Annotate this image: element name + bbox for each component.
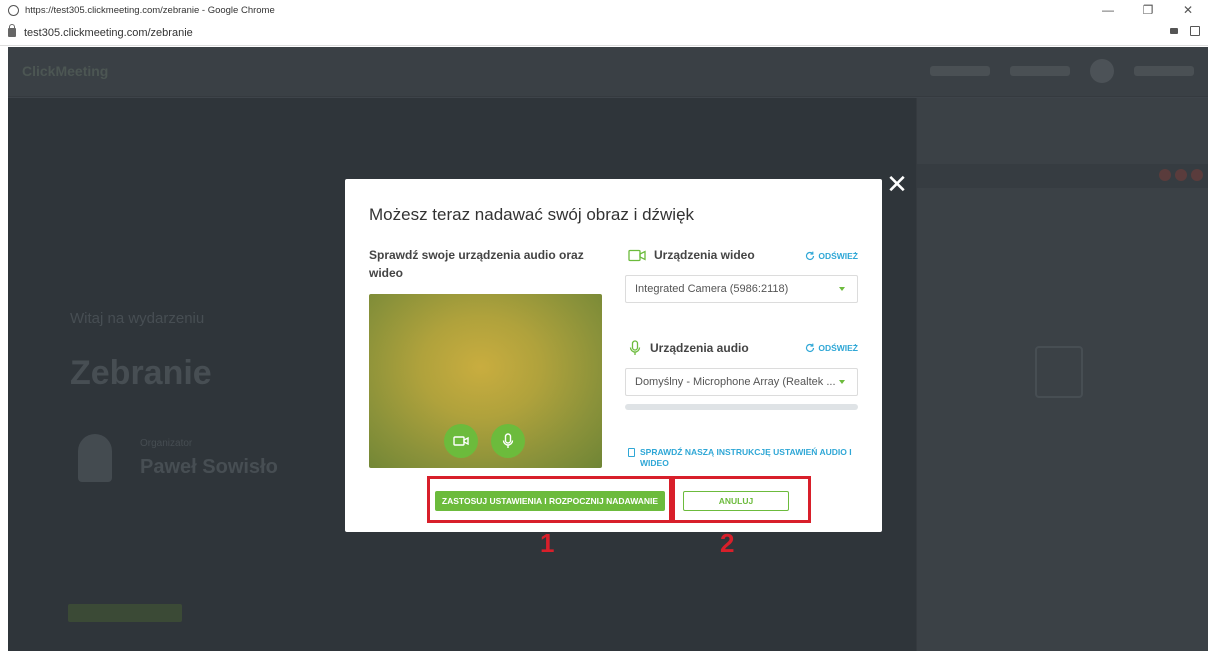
- header-item: [930, 66, 990, 76]
- video-camera-icon: [628, 249, 646, 261]
- chevron-down-icon: [839, 380, 845, 384]
- refresh-audio-label: ODŚWIEŻ: [818, 343, 858, 353]
- audio-device-value: Domyślny - Microphone Array (Realtek ...: [635, 376, 836, 388]
- lock-icon: [8, 24, 16, 37]
- instructions-link[interactable]: SPRAWDŹ NASZĄ INSTRUKCJĘ USTAWIEŃ AUDIO …: [628, 447, 863, 469]
- translate-icon[interactable]: [1190, 26, 1200, 36]
- close-window-button[interactable]: ✕: [1168, 0, 1208, 20]
- address-bar[interactable]: test305.clickmeeting.com/zebranie: [0, 20, 1208, 46]
- audio-device-select[interactable]: Domyślny - Microphone Array (Realtek ...: [625, 368, 858, 396]
- check-devices-text: Sprawdź swoje urządzenia audio oraz wide…: [369, 248, 584, 280]
- welcome-text: Witaj na wydarzeniu: [70, 310, 205, 327]
- toggle-camera-button[interactable]: [444, 424, 478, 458]
- audio-devices-text: Urządzenia audio: [650, 341, 749, 355]
- panel-dots: [1159, 169, 1203, 181]
- camera-preview: [369, 294, 602, 468]
- event-title: Zebranie: [70, 354, 212, 392]
- chrome-favicon-icon: [8, 4, 19, 16]
- chevron-down-icon: [839, 287, 845, 291]
- address-bar-icons: [1170, 26, 1200, 36]
- organizer-avatar: [78, 434, 112, 482]
- chat-panel-header: [917, 164, 1208, 188]
- annotation-label-2: 2: [720, 528, 735, 558]
- header-item: [1134, 66, 1194, 76]
- annotation-box-1: [427, 476, 672, 523]
- organizer-name: Paweł Sowisło: [140, 456, 278, 478]
- minimize-button[interactable]: —: [1088, 0, 1128, 20]
- browser-title-bar: https://test305.clickmeeting.com/zebrani…: [0, 0, 1208, 20]
- refresh-audio-button[interactable]: ODŚWIEŻ: [805, 343, 858, 353]
- instructions-link-text[interactable]: SPRAWDŹ NASZĄ INSTRUKCJĘ USTAWIEŃ AUDIO …: [640, 447, 863, 469]
- window-controls: — ❐ ✕: [1088, 0, 1208, 20]
- avatar: [1090, 59, 1114, 83]
- close-icon[interactable]: ✕: [884, 172, 910, 198]
- video-camera-icon: [453, 436, 469, 446]
- url-text[interactable]: test305.clickmeeting.com/zebranie: [24, 27, 193, 39]
- refresh-icon: [806, 343, 815, 353]
- document-icon: [628, 448, 635, 457]
- chat-panel: [916, 98, 1208, 651]
- annotation-box-2: [672, 476, 811, 523]
- video-devices-label: Urządzenia wideo: [628, 248, 755, 262]
- toggle-microphone-button[interactable]: [491, 424, 525, 458]
- refresh-video-button[interactable]: ODŚWIEŻ: [805, 251, 858, 261]
- video-devices-text: Urządzenia wideo: [654, 248, 755, 262]
- app-logo: ClickMeeting: [22, 63, 109, 79]
- stage-button: [68, 604, 182, 622]
- app-header: ClickMeeting: [8, 47, 1208, 97]
- app-header-actions: [930, 59, 1194, 83]
- camera-in-use-icon[interactable]: [1170, 28, 1178, 34]
- restore-button[interactable]: ❐: [1128, 0, 1168, 20]
- window-title: https://test305.clickmeeting.com/zebrani…: [25, 4, 275, 16]
- annotation-label-1: 1: [540, 528, 555, 558]
- header-item: [1010, 66, 1070, 76]
- refresh-video-label: ODŚWIEŻ: [818, 251, 858, 261]
- audio-devices-label: Urządzenia audio: [628, 340, 749, 356]
- audio-level-meter: [625, 404, 858, 410]
- video-device-value: Integrated Camera (5986:2118): [635, 283, 789, 295]
- chat-placeholder-icon: [1035, 346, 1083, 398]
- microphone-icon: [629, 340, 641, 355]
- refresh-icon: [806, 251, 815, 261]
- modal-title: Możesz teraz nadawać swój obraz i dźwięk: [369, 205, 695, 224]
- organizer-label: Organizator: [140, 438, 193, 449]
- video-device-select[interactable]: Integrated Camera (5986:2118): [625, 275, 858, 303]
- microphone-icon: [502, 433, 514, 448]
